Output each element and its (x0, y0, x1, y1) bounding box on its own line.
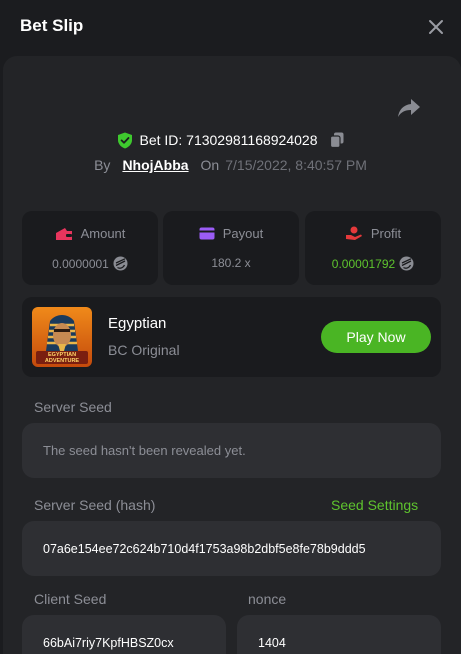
by-label: By (94, 157, 111, 173)
game-name: Egyptian (108, 315, 167, 332)
server-seed-hash-field[interactable]: 07a6e154ee72c624b710d4f1753a98b2dbf5e8fe… (22, 521, 441, 576)
username-link[interactable]: NhojAbba (122, 157, 188, 173)
wallet-icon (55, 227, 72, 240)
profit-label: Profit (370, 226, 402, 241)
nonce-field[interactable]: 1404 (237, 615, 441, 654)
share-icon[interactable] (397, 97, 421, 119)
payout-value: 180.2 x (211, 256, 251, 270)
play-now-button[interactable]: Play Now (321, 321, 431, 353)
server-seed-hash-label: Server Seed (hash) (34, 497, 156, 513)
close-icon[interactable] (426, 17, 446, 37)
seed-settings-link[interactable]: Seed Settings (331, 497, 418, 513)
thumbnail-caption: EGYPTIAN ADVENTURE (44, 352, 80, 364)
xlm-coin-icon (113, 256, 128, 271)
server-seed-label: Server Seed (34, 399, 112, 415)
xlm-coin-icon (399, 256, 414, 271)
client-seed-field[interactable]: 66bAi7riy7KpfHBSZ0cx (22, 615, 226, 654)
payout-label: Payout (222, 226, 264, 241)
amount-label: Amount (80, 226, 126, 241)
card-icon (199, 227, 215, 240)
hand-coin-icon (345, 226, 362, 240)
game-provider: BC Original (108, 342, 180, 358)
bet-id: Bet ID: 71302981168924028 (139, 132, 318, 148)
nonce-label: nonce (248, 591, 287, 607)
copy-icon[interactable] (329, 132, 344, 148)
profit-card: Profit 0.00001792 (305, 211, 441, 285)
bet-date: 7/15/2022, 8:40:57 PM (225, 157, 367, 173)
client-seed-label: Client Seed (34, 591, 107, 607)
page-title: Bet Slip (20, 16, 84, 35)
game-thumbnail[interactable]: EGYPTIAN ADVENTURE (32, 307, 92, 367)
shield-check-icon (118, 132, 133, 148)
bet-slip-header: Bet Slip (0, 0, 461, 56)
amount-card: Amount 0.0000001 (22, 211, 158, 285)
profit-value: 0.00001792 (331, 256, 396, 271)
bet-author-row: By NhojAbba On 7/15/2022, 8:40:57 PM (0, 155, 461, 175)
payout-card: Payout 180.2 x (163, 211, 299, 285)
game-card: EGYPTIAN ADVENTURE Egyptian BC Original … (22, 297, 441, 377)
bet-id-row: Bet ID: 71302981168924028 (0, 130, 461, 150)
amount-value: 0.0000001 (52, 256, 109, 271)
on-label: On (200, 157, 220, 173)
server-seed-field: The seed hasn't been revealed yet. (22, 423, 441, 478)
